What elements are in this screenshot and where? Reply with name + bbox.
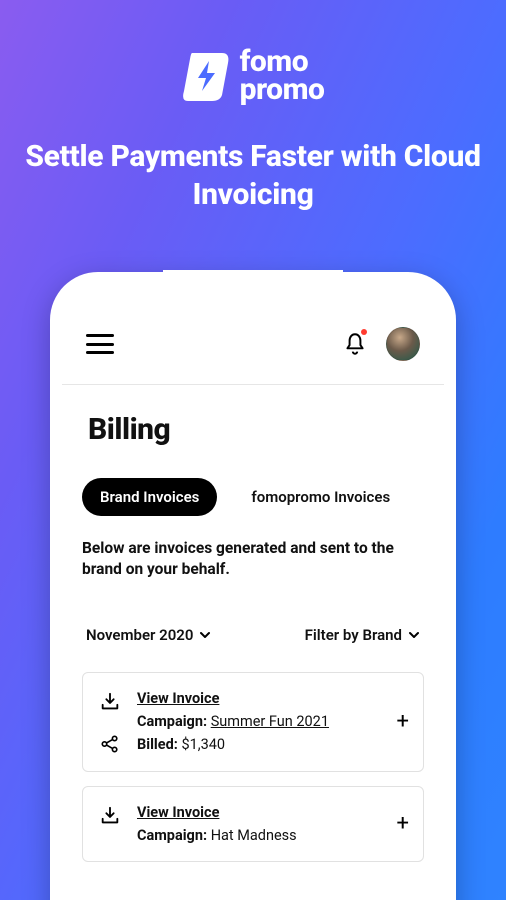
brand-logo: fomo promo [0, 48, 506, 103]
billed-value: $1,340 [181, 736, 225, 753]
notification-dot [361, 329, 367, 335]
topbar-right [342, 327, 420, 361]
brand-filter-label: Filter by Brand [305, 626, 402, 644]
invoice-campaign-row: Campaign: Summer Fun 2021 [137, 710, 409, 733]
share-icon[interactable] [99, 733, 121, 755]
phone-notch [163, 270, 343, 296]
brand-name-line2: promo [240, 76, 325, 104]
app-screen: Billing Brand Invoices fomopromo Invoice… [62, 284, 444, 900]
view-invoice-link[interactable]: View Invoice [137, 801, 219, 824]
intro-text: Below are invoices generated and sent to… [82, 538, 424, 580]
view-invoice-link[interactable]: View Invoice [137, 687, 219, 710]
date-filter-label: November 2020 [86, 626, 193, 644]
expand-icon[interactable]: + [397, 711, 409, 733]
campaign-value: Hat Madness [211, 827, 297, 844]
invoice-tabs: Brand Invoices fomopromo Invoices [82, 478, 424, 516]
invoice-card-body: View Invoice Campaign: Summer Fun 2021 B… [137, 687, 409, 757]
campaign-key: Campaign [137, 713, 203, 730]
app-topbar [86, 324, 420, 364]
tab-brand-invoices[interactable]: Brand Invoices [82, 478, 217, 516]
billed-key: Billed [137, 736, 174, 753]
promo-background: fomo promo Settle Payments Faster with C… [0, 0, 506, 900]
chevron-down-icon [199, 629, 211, 641]
campaign-value[interactable]: Summer Fun 2021 [211, 713, 329, 730]
avatar[interactable] [386, 327, 420, 361]
invoice-card-actions [97, 801, 123, 847]
page-title: Billing [88, 412, 170, 447]
phone-frame: Billing Brand Invoices fomopromo Invoice… [50, 272, 456, 900]
invoice-card-body: View Invoice Campaign: Hat Madness [137, 801, 409, 847]
download-icon[interactable] [99, 691, 121, 713]
expand-icon[interactable]: + [397, 813, 409, 835]
download-icon[interactable] [99, 805, 121, 827]
invoice-card: View Invoice Campaign: Hat Madness + [82, 786, 424, 862]
brand-logo-mark [182, 51, 232, 101]
invoice-billed-row: Billed: $1,340 [137, 733, 409, 756]
date-filter[interactable]: November 2020 [86, 626, 211, 644]
filter-row: November 2020 Filter by Brand [86, 626, 420, 644]
brand-logo-text: fomo promo [240, 48, 325, 103]
campaign-key: Campaign [137, 827, 203, 844]
invoice-campaign-row: Campaign: Hat Madness [137, 824, 409, 847]
brand-filter[interactable]: Filter by Brand [305, 626, 420, 644]
invoice-card: View Invoice Campaign: Summer Fun 2021 B… [82, 672, 424, 772]
menu-icon[interactable] [86, 334, 114, 354]
tab-fomopromo-invoices[interactable]: fomopromo Invoices [233, 478, 408, 516]
promo-headline: Settle Payments Faster with Cloud Invoic… [0, 138, 506, 213]
invoice-card-actions [97, 687, 123, 757]
notifications-button[interactable] [342, 331, 368, 357]
topbar-divider [62, 384, 444, 385]
chevron-down-icon [408, 629, 420, 641]
invoice-list: View Invoice Campaign: Summer Fun 2021 B… [82, 672, 424, 876]
